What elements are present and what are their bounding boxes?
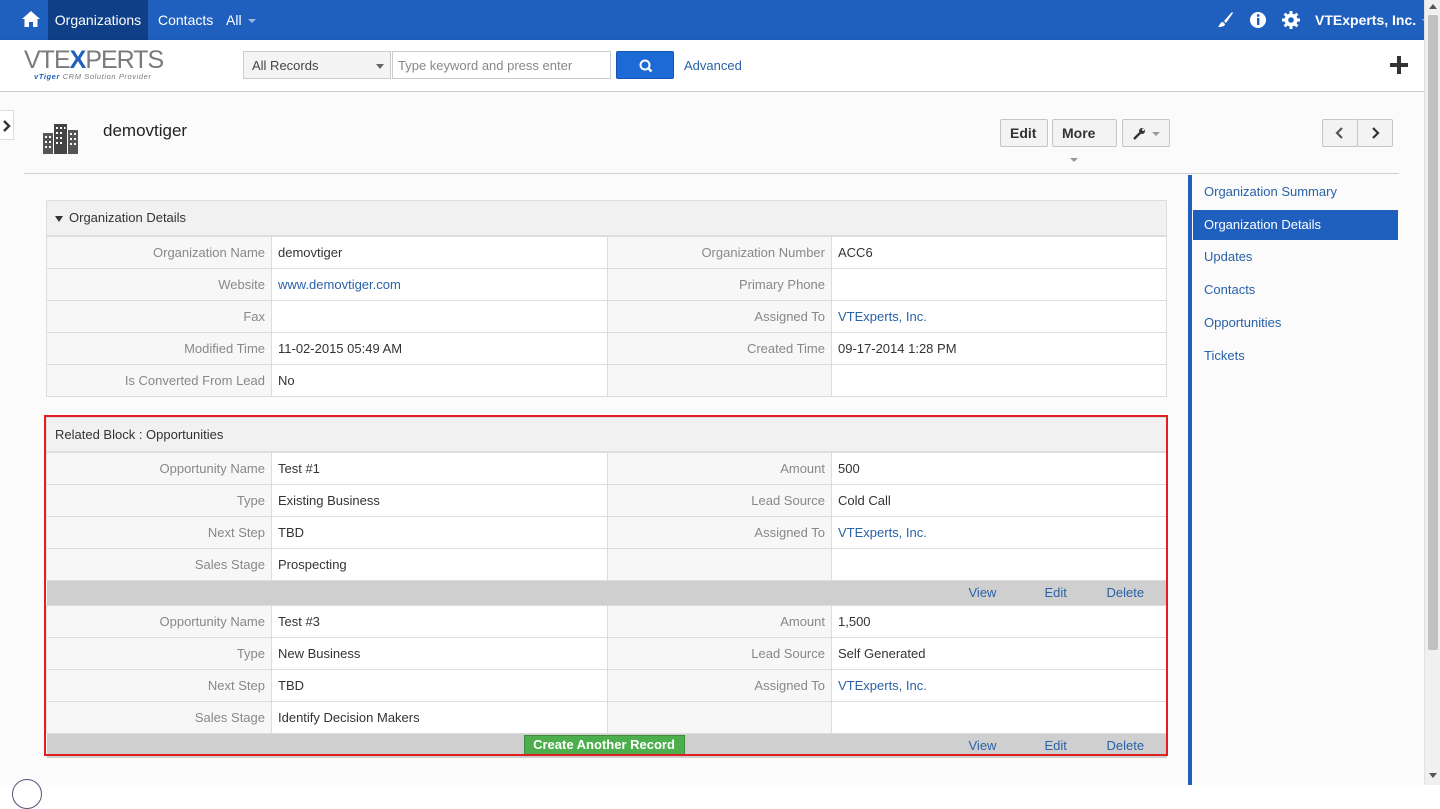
table-row: Is Converted From Lead No — [46, 364, 1167, 397]
table-row: Modified Time 11-02-2015 05:49 AM Created … — [46, 332, 1167, 365]
organization-building-icon — [43, 124, 78, 154]
field-value: ACC6 — [831, 236, 1167, 269]
nav-organizations-label: Organizations — [54, 12, 142, 28]
gear-icon[interactable] — [1281, 10, 1301, 30]
nav-organizations[interactable]: Organizations — [48, 0, 148, 40]
search-scope-select[interactable]: All Records — [243, 51, 391, 79]
panel-link-tickets[interactable]: Tickets — [1193, 341, 1398, 371]
right-panel-border — [1188, 175, 1192, 785]
header-bar: VTEXPERTS vTiger CRM Solution Provider A… — [0, 40, 1424, 92]
more-button[interactable]: More — [1052, 119, 1117, 163]
field-label — [607, 364, 832, 397]
main-content: demovtiger Edit More Organization Detail… — [0, 92, 1424, 809]
field-value-text: ACC6 — [838, 245, 873, 260]
field-value — [831, 364, 1167, 397]
organization-details-header[interactable]: Organization Details — [46, 200, 1167, 236]
field-label: Website — [46, 268, 272, 301]
table-row: Website www.demovtiger.com Primary Phone — [46, 268, 1167, 301]
advanced-search-link[interactable]: Advanced — [684, 58, 742, 73]
field-value: VTExperts, Inc. — [831, 300, 1167, 333]
record-title: demovtiger — [103, 121, 188, 140]
field-value: No — [271, 364, 608, 397]
sidebar-toggle[interactable] — [0, 110, 14, 140]
home-icon[interactable] — [20, 8, 42, 30]
field-value-text: demovtiger — [278, 245, 343, 260]
wrench-icon — [1133, 128, 1145, 141]
field-label: Organization Number — [607, 236, 832, 269]
panel-link-contacts[interactable]: Contacts — [1193, 275, 1398, 305]
field-value-link[interactable]: www.demovtiger.com — [278, 277, 401, 292]
scroll-down-arrow[interactable] — [1429, 773, 1437, 778]
field-value-link[interactable]: VTExperts, Inc. — [838, 309, 927, 324]
search-icon — [639, 59, 653, 73]
chevron-left-icon — [1335, 127, 1343, 139]
divider — [24, 173, 1399, 174]
next-record-button[interactable] — [1357, 119, 1393, 147]
help-circle-icon[interactable] — [12, 779, 42, 809]
field-value-text: 11-02-2015 05:49 AM — [278, 341, 403, 356]
nav-contacts[interactable]: Contacts — [158, 0, 213, 40]
nav-contacts-label: Contacts — [158, 12, 214, 28]
chevron-down-icon — [247, 19, 256, 24]
chevron-right-icon — [1372, 127, 1380, 139]
top-navbar: Organizations Contacts All VTExperts, In… — [0, 0, 1440, 40]
paintbrush-icon[interactable] — [1215, 10, 1235, 30]
field-value — [271, 300, 608, 333]
table-row: Fax Assigned To VTExperts, Inc. — [46, 300, 1167, 333]
table-row: Organization Name demovtiger Organization … — [46, 236, 1167, 269]
info-icon[interactable] — [1248, 10, 1268, 30]
field-label: Created Time — [607, 332, 832, 365]
panel-link-organization-summary[interactable]: Organization Summary — [1193, 177, 1398, 207]
block-title: Organization Details — [69, 210, 187, 225]
field-value — [831, 268, 1167, 301]
nav-all-label: All — [226, 12, 242, 28]
field-label: Is Converted From Lead — [46, 364, 272, 397]
field-label: Primary Phone — [607, 268, 832, 301]
field-value: www.demovtiger.com — [271, 268, 608, 301]
collapse-triangle-icon — [55, 215, 63, 222]
chevron-down-icon — [1070, 158, 1078, 163]
chevron-down-icon — [376, 64, 384, 69]
logo[interactable]: VTEXPERTS — [24, 46, 164, 75]
user-menu[interactable]: VTExperts, Inc. — [1315, 0, 1431, 40]
nav-all-menu[interactable]: All — [226, 0, 256, 40]
search-scope-value: All Records — [252, 58, 319, 73]
page-scrollbar[interactable] — [1424, 0, 1440, 785]
field-label: Fax — [46, 300, 272, 333]
scroll-thumb[interactable] — [1428, 15, 1438, 650]
previous-record-button[interactable] — [1322, 119, 1358, 147]
field-value: 11-02-2015 05:49 AM — [271, 332, 608, 365]
user-name: VTExperts, Inc. — [1315, 12, 1417, 28]
search-input[interactable] — [392, 51, 611, 79]
panel-link-organization-details[interactable]: Organization Details — [1193, 210, 1398, 240]
field-label: Organization Name — [46, 236, 272, 269]
organization-details-table: Organization Name demovtiger Organization … — [46, 236, 1167, 397]
panel-link-updates[interactable]: Updates — [1193, 242, 1398, 272]
settings-wrench-button[interactable] — [1122, 119, 1170, 147]
search-button[interactable] — [616, 51, 674, 79]
field-value-text: 09-17-2014 1:28 PM — [838, 341, 957, 356]
field-value: 09-17-2014 1:28 PM — [831, 332, 1167, 365]
field-value: demovtiger — [271, 236, 608, 269]
chevron-right-icon — [3, 120, 11, 132]
scroll-up-arrow[interactable] — [1429, 4, 1437, 9]
field-label: Modified Time — [46, 332, 272, 365]
panel-link-opportunities[interactable]: Opportunities — [1193, 308, 1398, 338]
plus-icon[interactable] — [1388, 54, 1410, 76]
field-label: Assigned To — [607, 300, 832, 333]
logo-tagline: vTiger CRM Solution Provider — [34, 72, 152, 81]
edit-button[interactable]: Edit — [1000, 119, 1048, 147]
highlight-frame — [44, 415, 1168, 756]
chevron-down-icon — [1152, 132, 1160, 137]
field-value-text: No — [278, 373, 295, 388]
